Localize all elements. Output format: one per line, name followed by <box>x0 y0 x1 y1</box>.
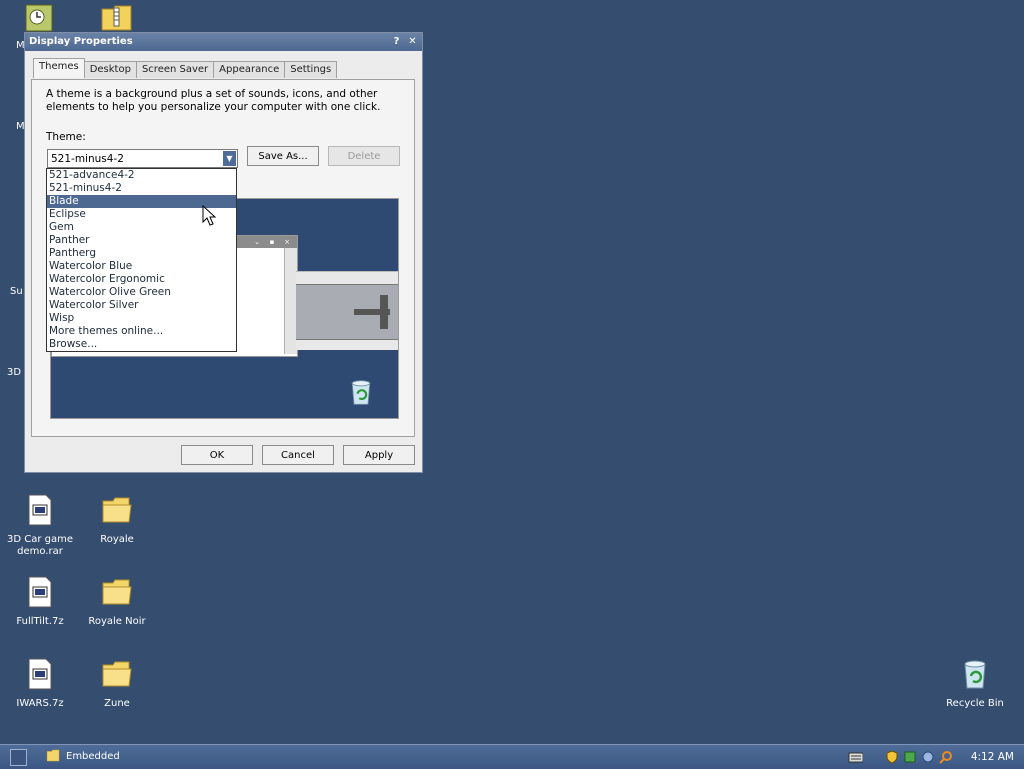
title-bar[interactable]: Display Properties ? ✕ <box>25 33 422 51</box>
desktop-icon-label: FullTilt.7z <box>16 616 64 627</box>
partial-label: 3D <box>7 367 22 378</box>
tab-screen-saver[interactable]: Screen Saver <box>135 61 215 78</box>
desktop-icon-label: 3D Car game demo.rar <box>6 534 73 557</box>
mouse-cursor-icon <box>202 205 217 226</box>
dropdown-item[interactable]: Panther <box>47 234 236 247</box>
system-tray: 4:12 AM <box>847 745 1024 769</box>
apply-button[interactable]: Apply <box>343 445 415 465</box>
desktop-icon-top-2[interactable] <box>100 3 134 31</box>
save-as-button[interactable]: Save As... <box>247 146 319 166</box>
dropdown-item[interactable]: Watercolor Silver <box>47 299 236 312</box>
partial-label: Su <box>10 286 23 297</box>
dropdown-item[interactable]: More themes online... <box>47 325 236 338</box>
network-icon[interactable] <box>903 750 917 764</box>
folder-icon <box>102 497 132 523</box>
theme-select-value: 521-minus4-2 <box>51 153 124 165</box>
dropdown-item[interactable]: 521-minus4-2 <box>47 182 236 195</box>
desktop-icon-iwars[interactable]: IWARS.7z <box>0 658 80 710</box>
zip-folder-icon <box>101 5 132 31</box>
chevron-down-icon[interactable]: ▼ <box>223 151 236 166</box>
keyboard-icon[interactable] <box>847 750 863 764</box>
desktop-icon-zune[interactable]: Zune <box>77 658 157 710</box>
desktop-icon-recycle-bin[interactable]: Recycle Bin <box>935 658 1015 710</box>
preview-active-window <box>296 271 398 350</box>
desktop-icon-label: Zune <box>104 698 130 709</box>
dropdown-item[interactable]: Pantherg <box>47 247 236 260</box>
tab-appearance[interactable]: Appearance <box>213 61 286 78</box>
preview-bar <box>380 295 388 329</box>
dropdown-item[interactable]: Browse... <box>47 338 236 351</box>
desktop-icon-royale-noir[interactable]: Royale Noir <box>77 576 157 628</box>
theme-label: Theme: <box>46 131 86 143</box>
clock-app-icon <box>25 4 53 32</box>
archive-file-icon <box>28 494 52 526</box>
tab-strip: Themes Desktop Screen Saver Appearance S… <box>33 58 338 78</box>
preview-minimize-icon: ⌄ <box>254 238 260 246</box>
desktop-icon-royale[interactable]: Royale <box>77 494 157 546</box>
desktop-icon-label: Royale <box>100 534 134 545</box>
desktop-icon-top-1[interactable] <box>25 4 53 32</box>
dropdown-item[interactable]: Watercolor Olive Green <box>47 286 236 299</box>
theme-select[interactable]: 521-minus4-2 ▼ <box>47 149 238 168</box>
cancel-button[interactable]: Cancel <box>262 445 334 465</box>
desktop-icon-label: IWARS.7z <box>16 698 64 709</box>
folder-icon <box>102 579 132 605</box>
tab-themes[interactable]: Themes <box>33 58 85 78</box>
dropdown-item[interactable]: Watercolor Blue <box>47 260 236 273</box>
archive-file-icon <box>28 658 52 690</box>
recycle-bin-icon <box>351 380 371 405</box>
themes-description: A theme is a background plus a set of so… <box>46 88 381 113</box>
preview-close-icon: × <box>284 238 290 246</box>
folder-icon <box>46 749 60 762</box>
desktop-icon-car-game[interactable]: 3D Car game demo.rar <box>0 494 80 558</box>
desktop-icon-fulltilt[interactable]: FullTilt.7z <box>0 576 80 628</box>
dropdown-item[interactable]: Wisp <box>47 312 236 325</box>
window-title: Display Properties <box>29 36 133 47</box>
shield-icon[interactable] <box>885 750 899 764</box>
tab-desktop[interactable]: Desktop <box>83 61 137 78</box>
delete-button[interactable]: Delete <box>328 146 400 166</box>
archive-file-icon <box>28 576 52 608</box>
taskbar-item-embedded[interactable]: Embedded <box>44 748 120 765</box>
dropdown-item[interactable]: Watercolor Ergonomic <box>47 273 236 286</box>
ok-button[interactable]: OK <box>181 445 253 465</box>
clock: 4:12 AM <box>970 751 1014 763</box>
theme-dropdown-list: 521-advance4-2 521-minus4-2 Blade Eclips… <box>46 168 237 352</box>
preview-maximize-icon: ▪ <box>269 238 275 246</box>
close-button[interactable]: ✕ <box>406 35 419 48</box>
dropdown-item[interactable]: 521-advance4-2 <box>47 169 236 182</box>
settings-icon[interactable] <box>921 750 935 764</box>
taskbar: Embedded 4:12 AM <box>0 744 1024 769</box>
desktop-icon-label: Royale Noir <box>88 616 146 627</box>
recycle-bin-icon <box>964 660 986 689</box>
help-button[interactable]: ? <box>390 35 403 48</box>
taskbar-item-label: Embedded <box>66 751 120 762</box>
folder-icon <box>102 661 132 687</box>
search-icon[interactable] <box>939 750 953 764</box>
preview-window-body <box>296 284 398 340</box>
desktop-icon-label: Recycle Bin <box>946 698 1004 709</box>
start-button[interactable] <box>10 749 27 766</box>
tab-settings[interactable]: Settings <box>284 61 338 78</box>
